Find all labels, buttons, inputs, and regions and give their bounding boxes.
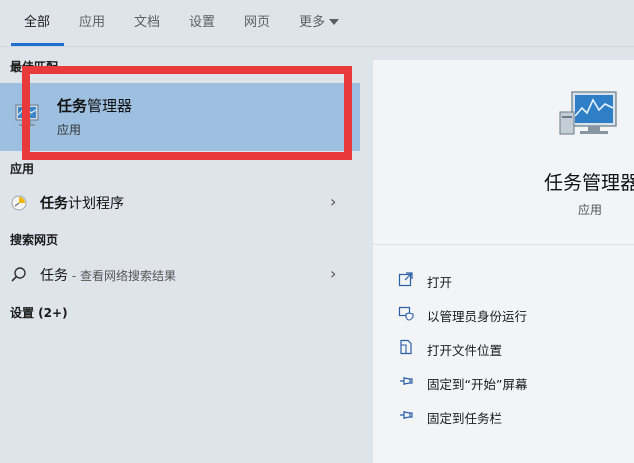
list-item-task-scheduler[interactable]: 任务计划程序 › <box>0 187 360 217</box>
pin-icon <box>400 377 413 385</box>
action-label: 打开 <box>427 275 453 290</box>
search-icon <box>11 267 26 282</box>
tab-documents[interactable]: 文档 <box>134 11 160 31</box>
chevron-down-icon <box>329 18 340 25</box>
action-label: 打开文件位置 <box>427 343 503 358</box>
action-pin-to-taskbar[interactable]: 固定到任务栏 <box>373 402 634 430</box>
task-scheduler-icon <box>11 195 27 211</box>
action-open[interactable]: 打开 <box>373 266 634 294</box>
search-tab-bar: 全部 应用 文档 设置 网页 更多 <box>0 0 634 47</box>
app-title: 任务管理器 <box>544 172 634 194</box>
web-search-label: 任务 - 查看网络搜索结果 <box>40 265 176 285</box>
tab-web[interactable]: 网页 <box>244 11 270 31</box>
active-tab-indicator <box>11 43 64 46</box>
details-pane: 任务管理器 应用 打开 以管理员身份运行 打开文件位置 固定到“开始”屏幕 固定… <box>373 60 634 463</box>
tab-settings[interactable]: 设置 <box>189 11 215 31</box>
action-open-file-location[interactable]: 打开文件位置 <box>373 334 634 362</box>
list-item-web-search[interactable]: 任务 - 查看网络搜索结果 › <box>0 259 360 289</box>
list-item-label: 任务计划程序 <box>40 193 124 213</box>
list-item-label-bold: 任务 <box>40 196 68 212</box>
tab-all[interactable]: 全部 <box>24 11 50 31</box>
annotation-highlight-box <box>22 66 352 160</box>
tab-more-label: 更多 <box>299 15 326 30</box>
apps-header: 应用 <box>10 162 35 176</box>
folder-icon <box>400 339 412 355</box>
action-label: 固定到任务栏 <box>427 411 503 426</box>
action-run-as-admin[interactable]: 以管理员身份运行 <box>373 300 634 328</box>
list-item-label-rest: 计划程序 <box>68 196 124 212</box>
app-details-header: 任务管理器 应用 <box>373 60 634 245</box>
tab-more[interactable]: 更多 <box>299 11 340 31</box>
tab-apps[interactable]: 应用 <box>79 11 105 31</box>
action-pin-to-start[interactable]: 固定到“开始”屏幕 <box>373 368 634 396</box>
open-icon <box>398 272 413 287</box>
shield-icon <box>398 306 414 321</box>
chevron-right-icon[interactable]: › <box>330 264 336 283</box>
web-search-header: 搜索网页 <box>10 233 59 247</box>
chevron-right-icon[interactable]: › <box>330 192 336 211</box>
action-label: 以管理员身份运行 <box>427 309 528 324</box>
action-label: 固定到“开始”屏幕 <box>427 377 528 392</box>
settings-header[interactable]: 设置 (2+) <box>10 304 68 321</box>
app-type: 应用 <box>578 203 603 217</box>
pin-icon <box>400 411 413 419</box>
task-manager-large-icon <box>559 91 617 135</box>
results-pane: 最佳匹配 任务管理器 应用 应用 任务计划程序 › 搜索网页 任务 - 查看网络… <box>0 47 360 463</box>
web-search-hint: - 查看网络搜索结果 <box>68 269 176 283</box>
web-search-query: 任务 <box>40 268 68 284</box>
